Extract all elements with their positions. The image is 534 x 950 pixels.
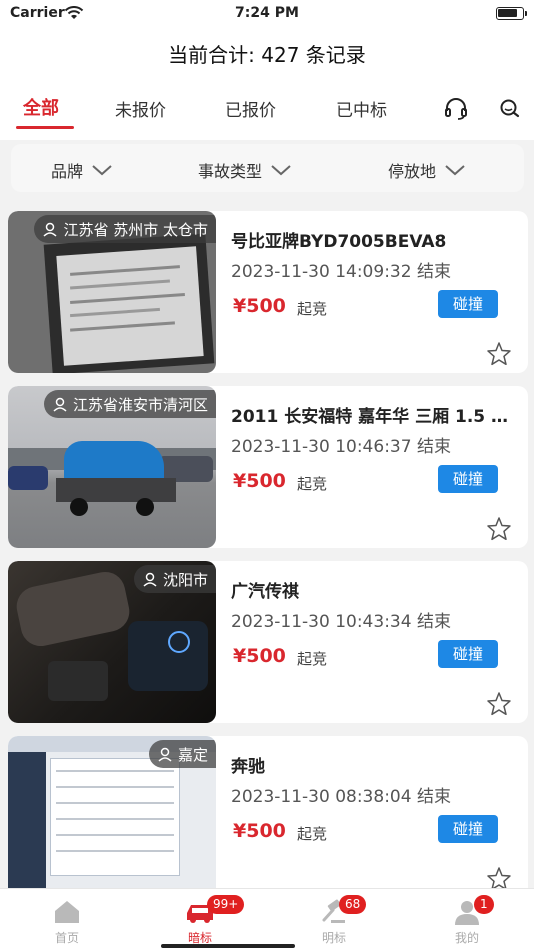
location-label: 沈阳市: [162, 570, 208, 589]
active-tab-indicator: [16, 126, 74, 129]
accident-type-tag[interactable]: 碰撞: [438, 815, 498, 843]
home-icon: [55, 901, 79, 923]
tabbar-item-profile[interactable]: 1 我的: [400, 889, 534, 950]
clock: 7:24 PM: [235, 5, 299, 21]
listing-end-time: 2023-11-30 10:46:37 结束: [231, 437, 451, 457]
tab-all[interactable]: 全部: [23, 94, 59, 120]
price-suffix: 起竞: [297, 650, 328, 668]
listing-card[interactable]: 江苏省 苏州市 太仓市 号比亚牌BYD7005BEVA8 2023-11-30 …: [8, 211, 528, 373]
listing-title: 号比亚牌BYD7005BEVA8: [231, 232, 447, 252]
header: 当前合计: 427 条记录 全部 未报价 已报价 已中标: [0, 28, 534, 140]
filter-accident-type-label: 事故类型: [198, 162, 263, 181]
favorite-star-icon[interactable]: [486, 691, 512, 717]
location-label: 江苏省淮安市清河区: [72, 395, 208, 414]
listing-price: ¥500: [233, 470, 286, 492]
listing-card[interactable]: 嘉定 奔驰 2023-11-30 08:38:04 结束 ¥500 起竞 碰撞: [8, 736, 528, 898]
filter-accident-type[interactable]: 事故类型: [198, 158, 292, 182]
search-icon[interactable]: [497, 96, 523, 122]
notification-badge: 68: [339, 895, 367, 914]
listing-end-time: 2023-11-30 14:09:32 结束: [231, 262, 451, 282]
tabbar-label: 我的: [454, 931, 479, 945]
tabbar-item-open-bid[interactable]: 68 明标: [267, 889, 401, 950]
listing-photo: 江苏省淮安市清河区: [8, 386, 216, 548]
accident-type-tag[interactable]: 碰撞: [438, 640, 498, 668]
tab-quoted[interactable]: 已报价: [225, 96, 276, 121]
filter-brand[interactable]: 品牌: [51, 158, 113, 182]
chevron-down-icon: [271, 165, 291, 176]
headset-icon[interactable]: [443, 96, 469, 122]
listing-photo: 嘉定: [8, 736, 216, 898]
tabbar-item-sealed-bid[interactable]: 99+ 暗标: [133, 889, 267, 950]
listing-card[interactable]: 沈阳市 广汽传祺 2023-11-30 10:43:34 结束 ¥500 起竞 …: [8, 561, 528, 723]
chevron-down-icon: [445, 165, 465, 176]
home-indicator: [161, 944, 295, 948]
price-suffix: 起竞: [297, 300, 328, 318]
accident-type-tag[interactable]: 碰撞: [438, 465, 498, 493]
battery-icon: [496, 7, 527, 20]
tabbar-label: 首页: [54, 931, 79, 945]
page-title: 当前合计: 427 条记录: [168, 43, 366, 67]
location-pin-icon: [158, 747, 172, 762]
favorite-star-icon[interactable]: [486, 516, 512, 542]
listing-photo: 江苏省 苏州市 太仓市: [8, 211, 216, 373]
location-pin-icon: [143, 572, 157, 587]
filter-bar: 品牌 事故类型 停放地: [11, 144, 524, 192]
notification-badge: 1: [474, 895, 494, 914]
filter-brand-label: 品牌: [51, 162, 84, 181]
listing-title: 广汽传祺: [231, 582, 299, 602]
listing-price: ¥500: [233, 295, 286, 317]
location-badge: 沈阳市: [133, 565, 216, 593]
chevron-down-icon: [92, 165, 112, 176]
listing-photo: 沈阳市: [8, 561, 216, 723]
location-badge: 江苏省 苏州市 太仓市: [34, 215, 216, 243]
tabbar-item-home[interactable]: 首页: [0, 889, 134, 950]
bottom-tab-bar: 首页 99+ 暗标 68 明标 1 我的: [0, 888, 534, 950]
listing-card[interactable]: 江苏省淮安市清河区 2011 长安福特 嘉年华 三厢 1.5 自动 2023-1…: [8, 386, 528, 548]
notification-badge: 99+: [207, 895, 245, 914]
location-badge: 江苏省淮安市清河区: [43, 390, 216, 418]
tab-not-quoted[interactable]: 未报价: [115, 96, 166, 121]
location-pin-icon: [53, 397, 67, 412]
location-badge: 嘉定: [148, 740, 216, 768]
listing-end-time: 2023-11-30 08:38:04 结束: [231, 787, 451, 807]
status-bar: Carrier 7:24 PM: [0, 0, 534, 28]
favorite-star-icon[interactable]: [486, 341, 512, 367]
listing-title: 奔驰: [231, 757, 265, 777]
listing-price: ¥500: [233, 820, 286, 842]
filter-parking-location[interactable]: 停放地: [388, 158, 466, 182]
filter-parking-location-label: 停放地: [388, 162, 437, 181]
tab-won[interactable]: 已中标: [336, 96, 387, 121]
location-pin-icon: [43, 222, 57, 237]
location-label: 江苏省 苏州市 太仓市: [63, 220, 208, 239]
location-label: 嘉定: [177, 745, 208, 764]
price-suffix: 起竞: [297, 475, 328, 493]
listing-end-time: 2023-11-30 10:43:34 结束: [231, 612, 451, 632]
listing-price: ¥500: [233, 645, 286, 667]
price-suffix: 起竞: [297, 825, 328, 843]
listing-title: 2011 长安福特 嘉年华 三厢 1.5 自动: [231, 407, 513, 427]
accident-type-tag[interactable]: 碰撞: [438, 290, 498, 318]
